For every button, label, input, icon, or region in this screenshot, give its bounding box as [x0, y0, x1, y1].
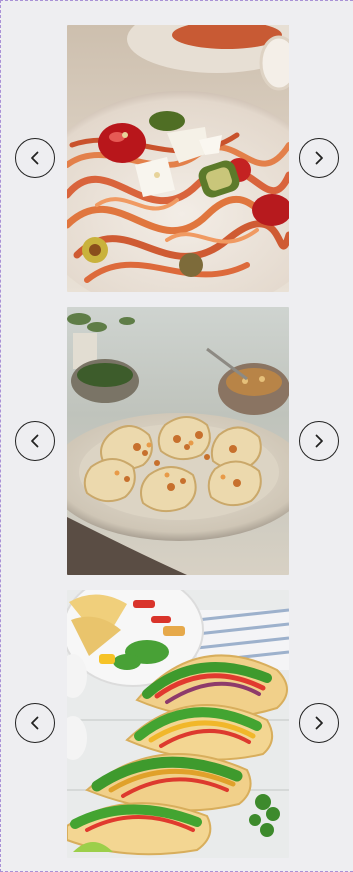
- next-button[interactable]: [299, 421, 339, 461]
- carousel-tacos: [1, 590, 353, 858]
- chevron-left-icon: [31, 434, 39, 448]
- ravioli-image[interactable]: [67, 307, 289, 575]
- next-button[interactable]: [299, 703, 339, 743]
- chevron-left-icon: [31, 716, 39, 730]
- chevron-right-icon: [315, 434, 323, 448]
- chevron-right-icon: [315, 151, 323, 165]
- next-button[interactable]: [299, 138, 339, 178]
- carousel-pasta: [1, 25, 353, 292]
- chevron-left-icon: [31, 151, 39, 165]
- carousel-list: [0, 0, 353, 872]
- chevron-right-icon: [315, 716, 323, 730]
- previous-button[interactable]: [15, 138, 55, 178]
- previous-button[interactable]: [15, 703, 55, 743]
- previous-button[interactable]: [15, 421, 55, 461]
- pasta-image[interactable]: [67, 25, 289, 292]
- tacos-image[interactable]: [67, 590, 289, 858]
- carousel-ravioli: [1, 307, 353, 575]
